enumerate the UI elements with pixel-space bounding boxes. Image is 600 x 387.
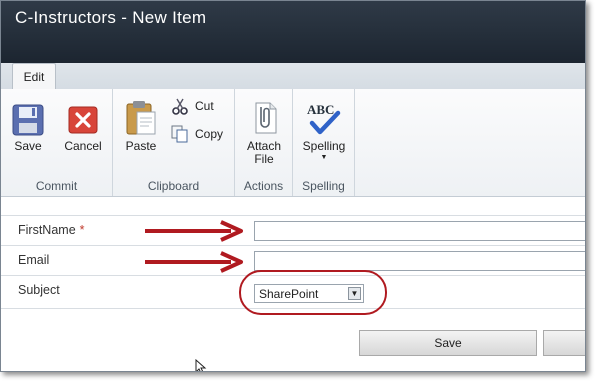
field-label-subject: Subject bbox=[18, 283, 60, 297]
attach-file-button[interactable]: Attach File bbox=[242, 99, 286, 166]
copy-button-label: Copy bbox=[195, 127, 224, 141]
ribbon-tab-strip bbox=[1, 63, 585, 89]
mouse-cursor-icon bbox=[195, 359, 207, 371]
firstname-label-text: FirstName bbox=[18, 223, 76, 237]
footer-save-button[interactable]: Save bbox=[359, 330, 537, 356]
paste-button[interactable]: Paste bbox=[121, 99, 161, 153]
title-bar: C-Instructors - New Item bbox=[1, 1, 585, 63]
footer-cancel-button[interactable] bbox=[543, 330, 585, 356]
ribbon: Save Cancel Commit Paste Cut Copy Clipbo… bbox=[1, 89, 585, 197]
ribbon-group-spelling: ABC Spelling ▼ Spelling bbox=[293, 89, 355, 196]
field-row-firstname: FirstName * bbox=[1, 215, 585, 246]
group-label-actions: Actions bbox=[243, 179, 284, 193]
spellcheck-icon: ABC bbox=[307, 102, 341, 135]
copy-button[interactable]: Copy bbox=[171, 125, 223, 143]
group-label-spelling: Spelling bbox=[302, 179, 345, 193]
page-title: C-Instructors - New Item bbox=[15, 8, 207, 27]
cancel-button[interactable]: Cancel bbox=[61, 103, 105, 153]
required-marker: * bbox=[79, 223, 85, 237]
spelling-button[interactable]: ABC Spelling ▼ bbox=[299, 99, 349, 163]
group-label-commit: Commit bbox=[35, 179, 78, 193]
firstname-field[interactable] bbox=[254, 221, 585, 241]
cut-button-label: Cut bbox=[195, 99, 214, 113]
save-button[interactable]: Save bbox=[9, 103, 47, 153]
ribbon-group-commit: Save Cancel Commit bbox=[1, 89, 113, 196]
tab-edit[interactable]: Edit bbox=[12, 63, 56, 89]
spellcheck-icon-text: ABC bbox=[307, 102, 334, 117]
field-label-firstname: FirstName * bbox=[18, 223, 85, 237]
save-icon bbox=[12, 104, 44, 136]
form-window: C-Instructors - New Item Edit Save Cance… bbox=[0, 0, 586, 372]
annotation-highlight-ellipse bbox=[239, 270, 387, 315]
attach-label-line2: File bbox=[254, 152, 274, 166]
save-button-label: Save bbox=[14, 139, 42, 153]
cut-button[interactable]: Cut bbox=[171, 97, 214, 115]
annotation-arrow-icon bbox=[145, 251, 243, 273]
ribbon-group-actions: Attach File Actions bbox=[235, 89, 293, 196]
cancel-icon bbox=[68, 106, 98, 134]
cancel-button-label: Cancel bbox=[64, 139, 102, 153]
paperclip-icon bbox=[255, 102, 277, 134]
spelling-button-label: Spelling bbox=[302, 139, 346, 153]
annotation-arrow-icon bbox=[145, 220, 243, 242]
field-label-email: Email bbox=[18, 253, 50, 267]
ribbon-empty-area bbox=[355, 89, 585, 196]
spelling-dropdown-arrow-icon[interactable]: ▼ bbox=[299, 153, 349, 163]
scissors-icon bbox=[172, 98, 188, 115]
group-label-clipboard: Clipboard bbox=[147, 179, 200, 193]
paste-icon bbox=[126, 101, 156, 135]
paste-button-label: Paste bbox=[125, 139, 157, 153]
ribbon-group-clipboard: Paste Cut Copy Clipboard bbox=[113, 89, 235, 196]
email-field[interactable] bbox=[254, 251, 585, 271]
copy-icon bbox=[171, 125, 188, 143]
